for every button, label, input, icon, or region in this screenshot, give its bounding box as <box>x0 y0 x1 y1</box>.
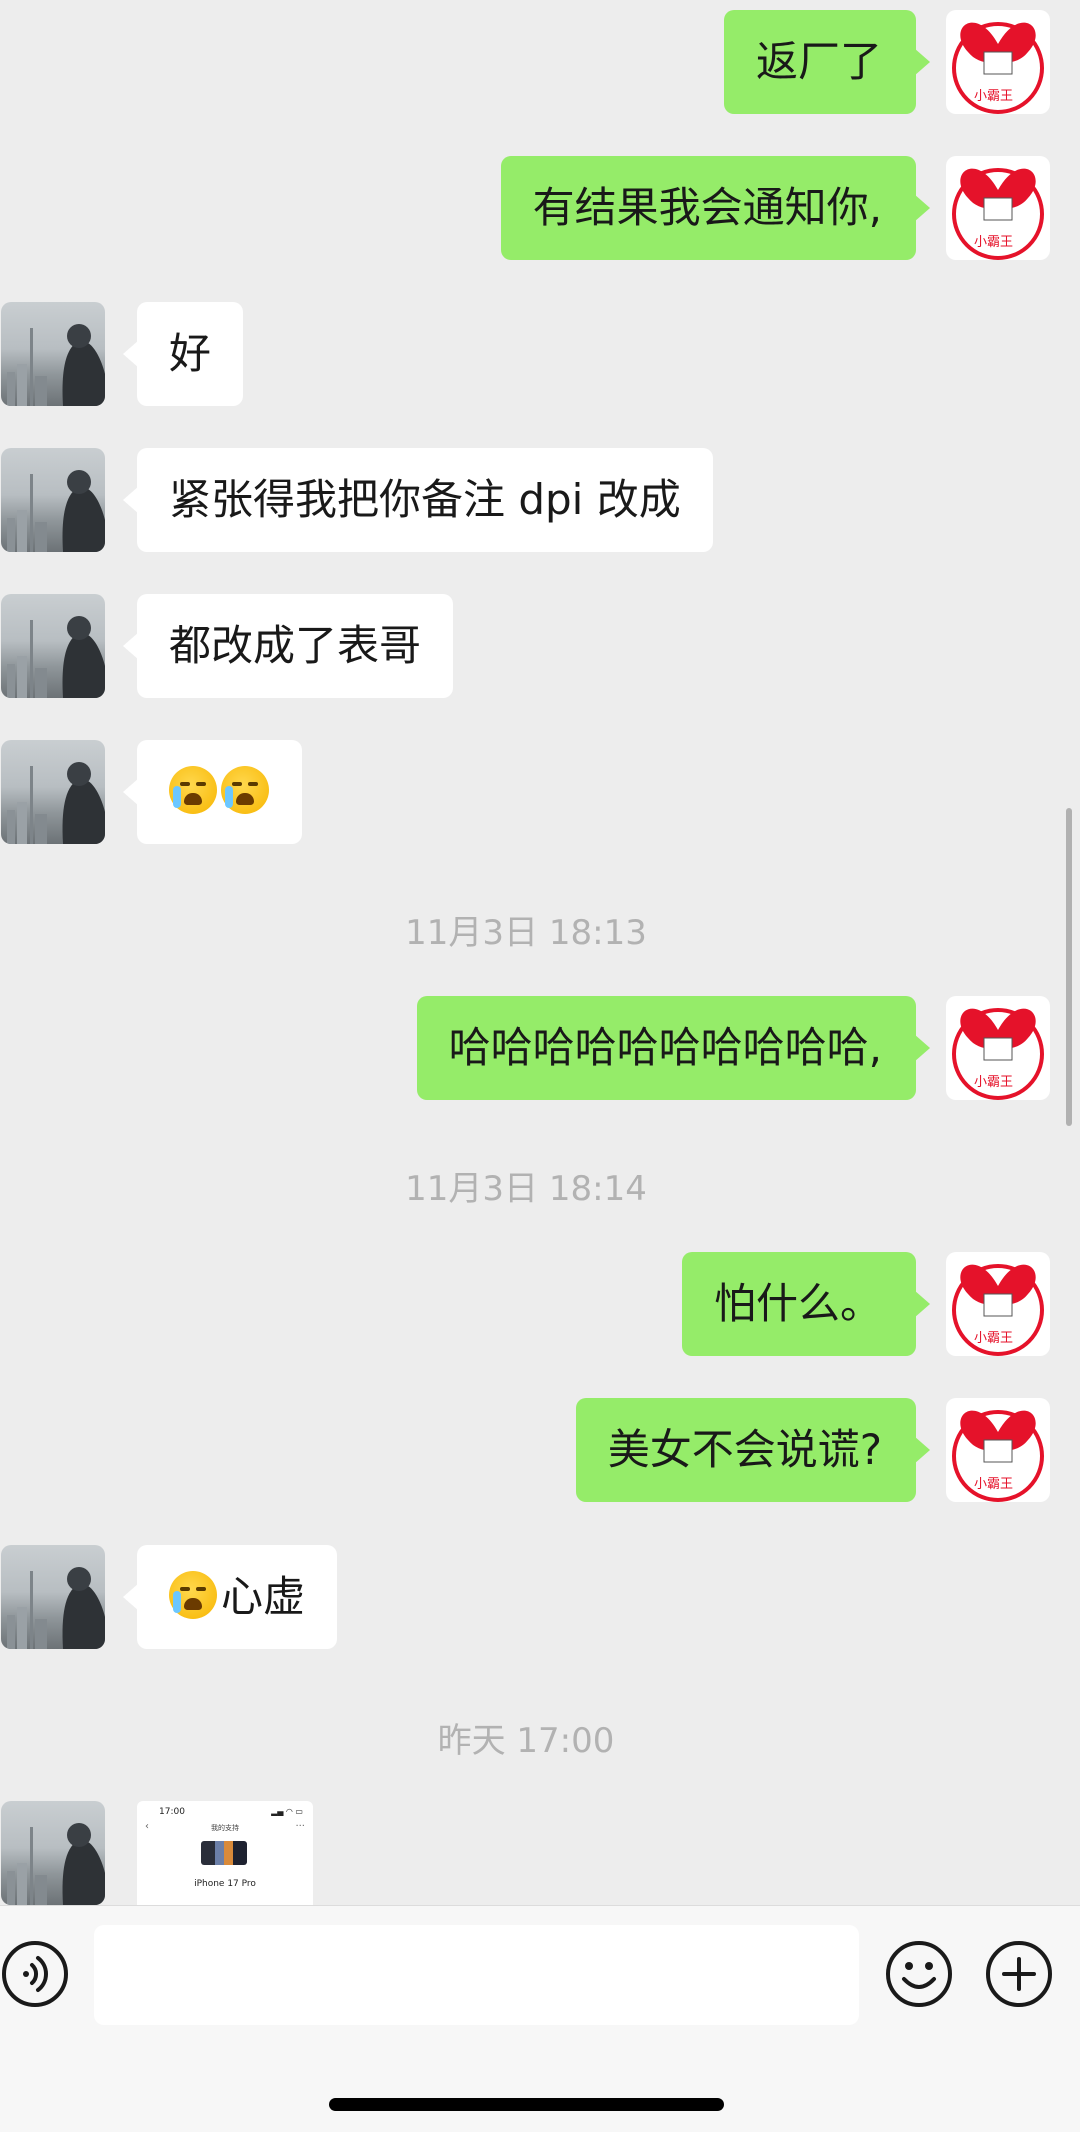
svg-text:小霸王: 小霸王 <box>974 1331 1013 1346</box>
svg-text:小霸王: 小霸王 <box>974 1075 1013 1090</box>
message-bubble-self[interactable]: 哈哈哈哈哈哈哈哈哈哈, <box>416 996 931 1100</box>
timestamp: 11月3日 18:14 <box>405 1169 647 1209</box>
loudly-crying-emoji-icon <box>169 766 217 814</box>
status-icons: ▂▄ ◠ ▭ <box>271 1807 303 1816</box>
self-avatar[interactable]: 小霸王 <box>946 10 1050 114</box>
chat-message-list[interactable]: 返厂了 小霸王 有结果我会通知你, 小霸王 好 紧张得我把你备注 dpi 改成 … <box>0 0 1080 1905</box>
svg-text:小霸王: 小霸王 <box>974 89 1013 104</box>
city-skyline-photo-icon <box>7 1567 105 1649</box>
loudly-crying-emoji-icon <box>169 1571 217 1619</box>
message-bubble-peer[interactable]: 紧张得我把你备注 dpi 改成 <box>123 448 713 552</box>
peer-avatar[interactable] <box>1 448 105 552</box>
xiaobawang-logo-icon: 小霸王 <box>952 1264 1044 1356</box>
message-input[interactable] <box>94 1925 859 2025</box>
timestamp: 11月3日 18:13 <box>405 913 647 953</box>
card-model: iPhone 17 Pro <box>194 1879 256 1889</box>
city-skyline-photo-icon <box>7 762 105 844</box>
svg-text:小霸王: 小霸王 <box>974 1477 1013 1492</box>
xiaobawang-logo-icon: 小霸王 <box>952 1008 1044 1100</box>
card-title: 我的支持 <box>211 1824 239 1832</box>
city-skyline-photo-icon <box>7 1823 105 1905</box>
scrollbar[interactable] <box>1066 808 1072 1126</box>
more-plus-button[interactable] <box>984 1939 1054 2009</box>
peer-avatar[interactable] <box>1 594 105 698</box>
emoji-button[interactable] <box>884 1939 954 2009</box>
message-bubble-peer[interactable]: 都改成了表哥 <box>122 594 454 698</box>
message-bubble-peer[interactable]: 心虚 <box>122 1545 338 1649</box>
city-skyline-photo-icon <box>7 470 105 552</box>
message-bubble-self[interactable]: 返厂了 <box>723 10 931 114</box>
message-bubble-self[interactable]: 美女不会说谎? <box>575 1398 931 1502</box>
city-skyline-photo-icon <box>7 324 105 406</box>
peer-avatar[interactable] <box>1 1801 105 1905</box>
more-icon: ··· <box>295 1821 305 1832</box>
self-avatar[interactable]: 小霸王 <box>946 1398 1050 1502</box>
loudly-crying-emoji-icon <box>221 766 269 814</box>
iphone-image <box>201 1841 247 1865</box>
input-bar <box>0 1905 1080 2132</box>
city-skyline-photo-icon <box>7 616 105 698</box>
peer-avatar[interactable] <box>1 302 105 406</box>
message-bubble-peer[interactable]: 好 <box>122 302 244 406</box>
message-text: 心虚 <box>221 1572 306 1621</box>
xiaobawang-logo-icon: 小霸王 <box>952 22 1044 114</box>
xiaobawang-logo-icon: 小霸王 <box>952 1410 1044 1502</box>
self-avatar[interactable]: 小霸王 <box>946 156 1050 260</box>
self-avatar[interactable]: 小霸王 <box>946 996 1050 1100</box>
voice-toggle-button[interactable] <box>0 1939 70 2009</box>
home-indicator[interactable] <box>329 2098 724 2111</box>
xiaobawang-logo-icon: 小霸王 <box>952 168 1044 260</box>
self-avatar[interactable]: 小霸王 <box>946 1252 1050 1356</box>
peer-avatar[interactable] <box>1 1545 105 1649</box>
svg-text:小霸王: 小霸王 <box>974 235 1013 250</box>
message-bubble-self[interactable]: 有结果我会通知你, <box>500 156 931 260</box>
shared-screenshot-card[interactable]: 17:00 ▂▄ ◠ ▭ ‹ 我的支持 ··· iPhone 17 Pro <box>137 1801 313 1905</box>
message-bubble-self[interactable]: 怕什么。 <box>681 1252 931 1356</box>
message-bubble-peer[interactable] <box>123 740 302 844</box>
timestamp: 昨天 17:00 <box>437 1721 615 1761</box>
peer-avatar[interactable] <box>1 740 105 844</box>
card-status-time: 17:00 <box>159 1807 185 1817</box>
